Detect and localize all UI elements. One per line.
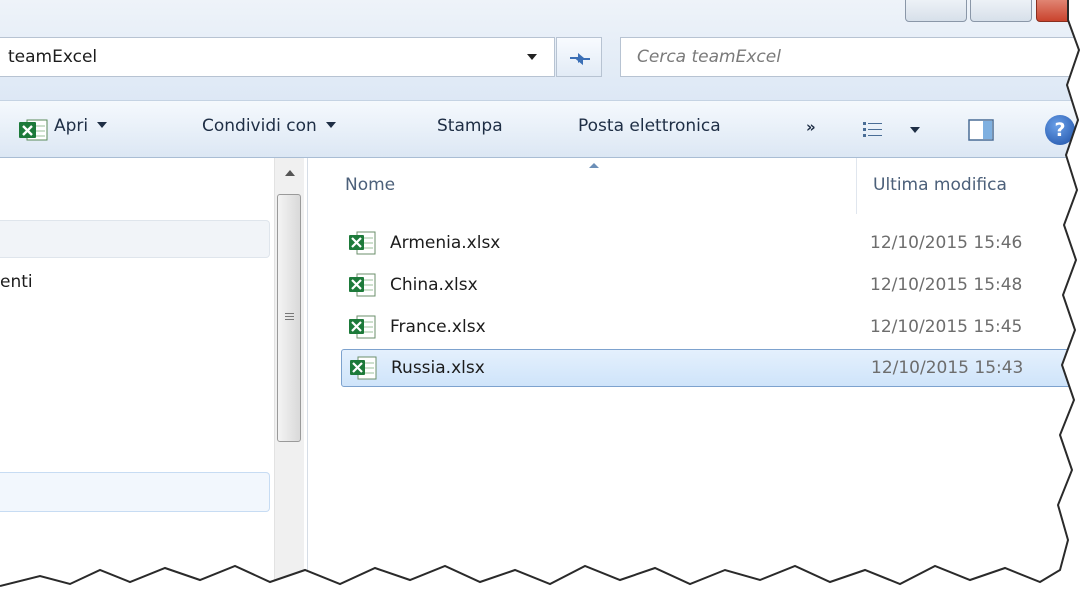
address-bar[interactable]: teamExcel: [0, 37, 555, 77]
change-view-icon[interactable]: [862, 120, 884, 140]
maximize-button[interactable]: [970, 0, 1032, 22]
excel-file-icon: [349, 231, 376, 255]
file-modified-date: 12/10/2015 15:45: [870, 317, 1023, 337]
grip-icon: [285, 313, 294, 314]
file-name: Armenia.xlsx: [390, 233, 501, 253]
file-row[interactable]: China.xlsx 12/10/2015 15:48: [341, 267, 1083, 305]
window-chrome: teamExcel Cerca teamExcel: [0, 0, 1083, 100]
view-options-chevron-down-icon[interactable]: [910, 127, 920, 133]
navigation-pane: enti: [0, 158, 308, 594]
refresh-icon: [570, 53, 590, 66]
column-header-name[interactable]: Nome: [345, 175, 395, 195]
print-button[interactable]: Stampa: [437, 116, 503, 136]
nav-scrollbar[interactable]: [274, 158, 304, 594]
preview-pane-icon[interactable]: [968, 119, 994, 141]
open-label: Apri: [54, 116, 89, 136]
nav-item[interactable]: [0, 220, 270, 258]
file-modified-date: 12/10/2015 15:48: [870, 275, 1023, 295]
scroll-up-arrow-icon[interactable]: [285, 170, 295, 176]
scrollbar-thumb[interactable]: [277, 194, 301, 442]
explorer-window: teamExcel Cerca teamExcel Apri Condividi…: [0, 0, 1083, 594]
column-divider[interactable]: [856, 158, 857, 214]
excel-file-icon: [350, 356, 377, 380]
address-history-dropdown-icon[interactable]: [527, 54, 537, 60]
excel-file-icon: [349, 315, 376, 339]
open-button[interactable]: Apri: [54, 116, 108, 136]
excel-icon: [19, 119, 48, 141]
sort-ascending-icon: [589, 163, 599, 168]
file-modified-date: 12/10/2015 15:43: [871, 358, 1024, 378]
file-row[interactable]: France.xlsx 12/10/2015 15:45: [341, 309, 1083, 347]
file-name: Russia.xlsx: [391, 358, 485, 378]
open-chevron-down-icon: [97, 122, 108, 128]
excel-file-icon: [349, 273, 376, 297]
file-modified-date: 12/10/2015 15:46: [870, 233, 1023, 253]
address-path[interactable]: teamExcel: [8, 47, 97, 67]
file-name: France.xlsx: [390, 317, 486, 337]
file-list: Nome Ultima modifica Armenia.xlsx 12/10/…: [308, 158, 1083, 594]
file-row-selected[interactable]: Russia.xlsx 12/10/2015 15:43: [341, 349, 1083, 387]
search-placeholder[interactable]: Cerca teamExcel: [637, 47, 781, 67]
close-button[interactable]: [1036, 0, 1083, 22]
share-chevron-down-icon: [325, 122, 336, 128]
column-header-modified[interactable]: Ultima modifica: [873, 175, 1007, 195]
more-commands-button[interactable]: »: [806, 118, 816, 136]
minimize-button[interactable]: [905, 0, 967, 22]
file-name: China.xlsx: [390, 275, 478, 295]
nav-item-selected[interactable]: [0, 472, 270, 512]
search-box[interactable]: Cerca teamExcel: [620, 37, 1083, 77]
share-with-label: Condividi con: [202, 116, 317, 136]
nav-item-label[interactable]: enti: [0, 272, 33, 292]
file-row[interactable]: Armenia.xlsx 12/10/2015 15:46: [341, 225, 1083, 263]
share-with-button[interactable]: Condividi con: [202, 116, 336, 136]
email-button[interactable]: Posta elettronica: [578, 116, 721, 136]
help-icon[interactable]: ?: [1045, 115, 1075, 145]
command-bar: Apri Condividi con Stampa Posta elettron…: [0, 100, 1083, 158]
refresh-button[interactable]: [556, 37, 602, 77]
